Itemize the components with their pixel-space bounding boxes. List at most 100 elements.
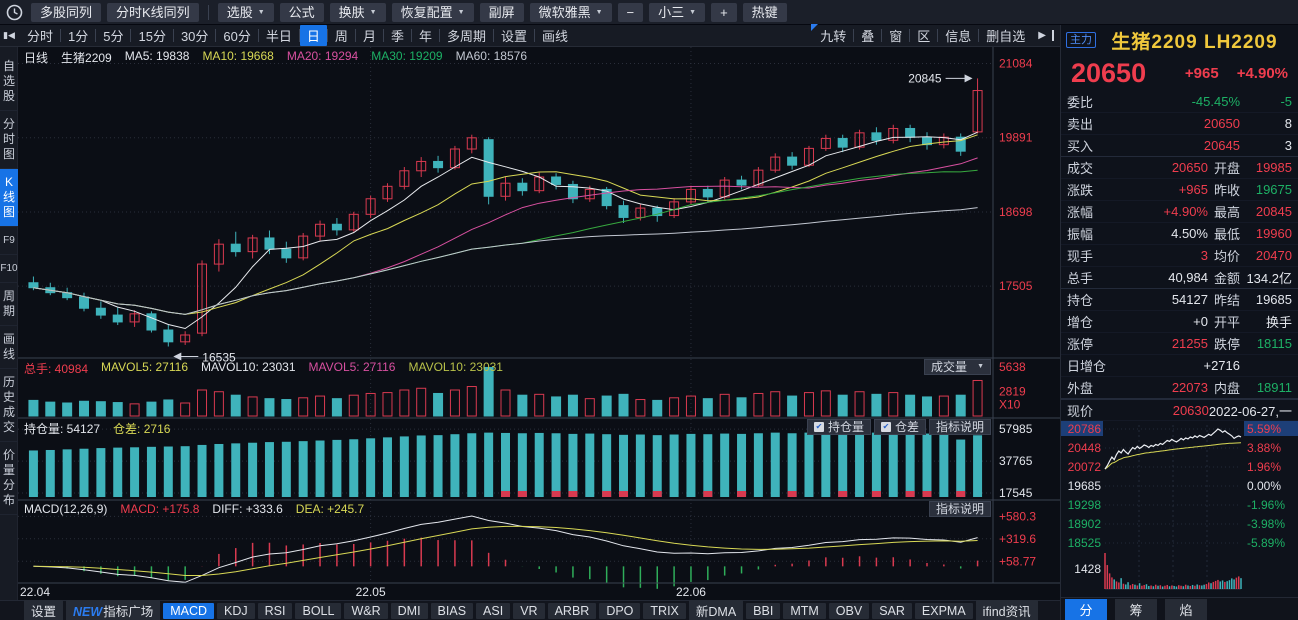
indicator-tab-TRIX[interactable]: TRIX: [643, 603, 685, 619]
quote-row-涨跌: 涨跌+965昨收19675: [1061, 179, 1298, 201]
indicator-tab-设置[interactable]: 设置: [24, 600, 63, 620]
indicator-tab-新DMA[interactable]: 新DMA: [689, 600, 743, 620]
sidebar-item-价量分布[interactable]: 价量分布: [0, 442, 18, 515]
period-tab-半日[interactable]: 半日: [259, 25, 299, 46]
expand-right-icon[interactable]: ▶: [1032, 30, 1054, 41]
toolbar-button-选股[interactable]: 选股: [218, 3, 274, 22]
sidebar-item-F10[interactable]: F10: [0, 255, 18, 283]
sidebar-item-周期[interactable]: 周期: [0, 283, 18, 326]
sidebar-item-画线[interactable]: 画线: [0, 326, 18, 369]
svg-text:+58.77: +58.77: [999, 554, 1036, 568]
quote-value: 54127: [1115, 292, 1208, 307]
tool-窗[interactable]: 窗: [882, 25, 909, 46]
toolbar-button-公式[interactable]: 公式: [280, 3, 324, 22]
period-tab-15分[interactable]: 15分: [131, 25, 172, 46]
toolbar-button-换肤[interactable]: 换肤: [330, 3, 386, 22]
period-tab-年[interactable]: 年: [412, 25, 439, 46]
indicator-tab-MTM[interactable]: MTM: [783, 603, 825, 619]
main-force-badge[interactable]: 主力: [1066, 32, 1096, 48]
indicator-help-button[interactable]: 指标说明: [929, 419, 991, 435]
new-badge: NEW: [73, 605, 102, 619]
quote-label: 增仓: [1067, 312, 1115, 331]
indicator-tab-DMI[interactable]: DMI: [391, 603, 428, 619]
quote-value: 20645: [1115, 138, 1240, 153]
svg-text:-1.96%: -1.96%: [1247, 498, 1285, 512]
indicator-tab-W&R[interactable]: W&R: [344, 603, 387, 619]
quote-label: 金额: [1214, 268, 1240, 287]
period-tab-月[interactable]: 月: [356, 25, 383, 46]
mini-tab-分[interactable]: 分: [1065, 599, 1107, 620]
sidebar-item-自选股[interactable]: 自选股: [0, 53, 18, 111]
mini-tab-筹[interactable]: 筹: [1115, 599, 1157, 620]
quote-label: 持仓: [1067, 290, 1115, 309]
indicator-tab-EXPMA[interactable]: EXPMA: [915, 603, 973, 619]
toolbar-button-分时K线同列[interactable]: 分时K线同列: [107, 3, 199, 22]
period-tab-多周期[interactable]: 多周期: [440, 25, 493, 46]
svg-text:57985: 57985: [999, 422, 1033, 436]
collapse-sidebar-icon[interactable]: ▮◀: [0, 25, 18, 47]
period-tab-分时[interactable]: 分时: [20, 25, 60, 46]
tool-删自选[interactable]: 删自选: [979, 25, 1032, 46]
quote-row-增仓: 增仓+0开平换手: [1061, 311, 1298, 333]
last-price: 20650: [1071, 58, 1167, 89]
mini-intraday-chart[interactable]: 207862044820072196851929818902185255.59%…: [1061, 421, 1298, 593]
indicator-tab-RSI[interactable]: RSI: [258, 603, 293, 619]
period-tab-画线[interactable]: 画线: [535, 25, 575, 46]
period-tab-周[interactable]: 周: [328, 25, 355, 46]
period-items: 分时1分5分15分30分60分半日日周月季年多周期设置画线: [20, 25, 575, 46]
quote-label: 现价: [1067, 401, 1115, 420]
indicator-tab-VR[interactable]: VR: [513, 603, 544, 619]
indicator-help-button[interactable]: 指标说明: [929, 501, 991, 517]
quote-row-买入: 买入206453: [1061, 135, 1298, 157]
toolbar-button-+[interactable]: +: [711, 3, 737, 22]
toolbar-button-热键[interactable]: 热键: [743, 3, 787, 22]
toolbar-button-副屏[interactable]: 副屏: [480, 3, 524, 22]
quote-label: 昨收: [1214, 180, 1240, 199]
period-tab-季[interactable]: 季: [384, 25, 411, 46]
quote-label: 买入: [1067, 136, 1115, 155]
top-toolbar: 多股同列分时K线同列选股公式换肤恢复配置副屏微软雅黑−小三 + 热键: [0, 0, 1298, 25]
tool-区[interactable]: 区: [910, 25, 937, 46]
toolbar-button-小三[interactable]: 小三: [649, 3, 705, 22]
indicator-tab-ASI[interactable]: ASI: [476, 603, 510, 619]
tool-信息[interactable]: 信息: [938, 25, 978, 46]
toolbar-button-微软雅黑[interactable]: 微软雅黑: [530, 3, 612, 22]
indicator-tab-KDJ[interactable]: KDJ: [217, 603, 255, 619]
indicator-tab-OBV[interactable]: OBV: [829, 603, 869, 619]
oi-delta-checkbox[interactable]: 仓差: [874, 419, 926, 435]
period-tab-设置[interactable]: 设置: [494, 25, 534, 46]
sidebar-item-K线图[interactable]: K线图: [0, 169, 18, 227]
indicator-tab-SAR[interactable]: SAR: [872, 603, 912, 619]
mini-tab-焰[interactable]: 焰: [1165, 599, 1207, 620]
indicator-tab-MACD[interactable]: MACD: [163, 603, 214, 619]
indicator-tab-BBI[interactable]: BBI: [746, 603, 780, 619]
quote-row-总手: 总手40,984金额134.2亿: [1061, 267, 1298, 289]
toolbar-button-恢复配置[interactable]: 恢复配置: [392, 3, 474, 22]
indicator-tab-BOLL[interactable]: BOLL: [295, 603, 341, 619]
sidebar-item-F9[interactable]: F9: [0, 227, 18, 255]
quote-value: 21255: [1115, 336, 1208, 351]
clock-icon[interactable]: [6, 4, 23, 21]
indicator-tab-指标广场[interactable]: NEW指标广场: [66, 600, 160, 620]
indicator-tab-DPO[interactable]: DPO: [599, 603, 640, 619]
quote-label: 开平: [1214, 312, 1240, 331]
toolbar-button-多股同列[interactable]: 多股同列: [31, 3, 101, 22]
period-tab-60分[interactable]: 60分: [216, 25, 257, 46]
period-tab-1分[interactable]: 1分: [61, 25, 95, 46]
toolbar-button-−[interactable]: −: [618, 3, 644, 22]
tool-叠[interactable]: 叠: [854, 25, 881, 46]
sidebar-item-历史成交[interactable]: 历史成交: [0, 369, 18, 442]
quote-row-持仓: 持仓54127昨结19685: [1061, 289, 1298, 311]
svg-text:19298: 19298: [1068, 498, 1102, 512]
volume-indicator-dropdown[interactable]: 成交量: [924, 359, 991, 375]
period-tab-5分[interactable]: 5分: [96, 25, 130, 46]
kline-chart[interactable]: 21084198911869817505579853776517545+580.…: [18, 47, 1060, 600]
period-tab-日[interactable]: 日: [300, 25, 327, 46]
period-tab-30分[interactable]: 30分: [174, 25, 215, 46]
sidebar-item-分时图[interactable]: 分时图: [0, 111, 18, 169]
indicator-tab-ARBR[interactable]: ARBR: [548, 603, 597, 619]
indicator-tab-ifind资讯[interactable]: ifind资讯: [976, 600, 1038, 620]
oi-checkbox[interactable]: 持仓量: [807, 419, 871, 435]
tool-九转[interactable]: 九转: [813, 25, 853, 46]
indicator-tab-BIAS[interactable]: BIAS: [431, 603, 474, 619]
